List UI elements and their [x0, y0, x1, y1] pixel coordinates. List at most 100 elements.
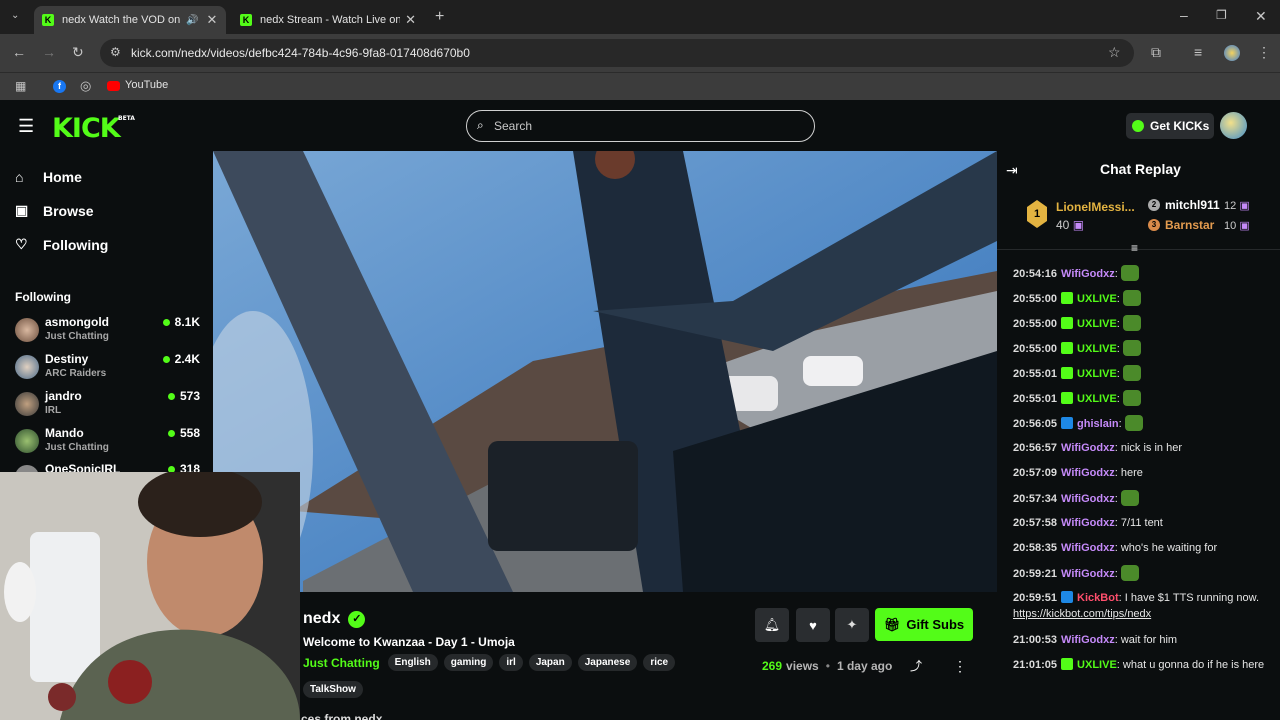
viewer-count-value: 8.1K [174, 315, 200, 329]
url-text[interactable]: kick.com/nedx/videos/defbc424-784b-4c96-… [131, 46, 470, 60]
chat-message: 20:59:21 WifiGodxz: [1013, 565, 1268, 582]
chat-username[interactable]: UXLIVE [1077, 318, 1117, 330]
channel-name[interactable]: nedx [303, 610, 340, 628]
chat-username[interactable]: KickBot [1077, 592, 1119, 604]
hamburger-menu-icon[interactable]: ☰ [18, 117, 34, 135]
tab-audio-icon[interactable]: 🔊 [186, 15, 198, 26]
apps-grid-icon[interactable]: ▦ [15, 80, 26, 92]
menu-icon[interactable]: ⋮ [1257, 45, 1271, 59]
gift-subs-button[interactable]: 🎁︎ Gift Subs [875, 608, 973, 641]
minimize-icon[interactable]: – [1180, 8, 1188, 22]
chat-username[interactable]: WifiGodxz [1061, 568, 1115, 580]
site-info-icon[interactable]: ⚙ [110, 46, 121, 58]
collapse-chat-icon[interactable]: ⇥ [1006, 163, 1018, 177]
forward-icon[interactable]: → [42, 45, 56, 59]
chat-text: who's he waiting for [1120, 542, 1218, 554]
tab-stream[interactable]: K nedx Stream - Watch Live on Ki ✕ [232, 6, 424, 34]
following-item-mando[interactable]: Mando Just Chatting 558 [15, 424, 200, 458]
chat-username[interactable]: UXLIVE [1077, 343, 1117, 355]
tag-chip[interactable]: English [387, 654, 438, 671]
emote-icon [1122, 365, 1141, 381]
chat-username[interactable]: WifiGodxz [1061, 634, 1115, 646]
chat-username[interactable]: UXLIVE [1077, 368, 1117, 380]
tab-stream-close-icon[interactable]: ✕ [405, 12, 416, 28]
chat-timestamp: 20:55:00 [1013, 293, 1058, 305]
follow-button[interactable]: ♥ [796, 608, 830, 642]
restore-icon[interactable]: ❐ [1216, 9, 1227, 21]
nav-following[interactable]: ♡ Following [15, 236, 108, 253]
chat-separator: : [1114, 568, 1121, 580]
address-bar[interactable]: ⚙ kick.com/nedx/videos/defbc424-784b-4c9… [100, 39, 1134, 67]
chat-username[interactable]: UXLIVE [1077, 393, 1117, 405]
extensions-icon[interactable]: ⧉ [1151, 45, 1161, 59]
tab-vod[interactable]: K nedx Watch the VOD on Ki 🔊 ✕ [34, 6, 226, 34]
sub-badge-icon [1061, 317, 1074, 329]
window-close-icon[interactable]: ✕ [1255, 9, 1267, 23]
tag-chip[interactable]: Japan [528, 654, 572, 671]
sparkle-icon: ✦ [846, 617, 858, 632]
emote-icon [1122, 315, 1141, 331]
chat-message: 20:56:05 ghislain: [1013, 415, 1268, 432]
chat-username[interactable]: ghislain [1077, 418, 1119, 430]
chat-timestamp: 20:56:57 [1013, 442, 1058, 454]
back-icon[interactable]: ← [12, 45, 26, 59]
new-tab-icon[interactable]: + [435, 9, 444, 25]
leader-2-name[interactable]: mitchl911 [1165, 198, 1220, 212]
facebook-icon[interactable]: f [53, 80, 66, 93]
more-options-icon[interactable]: ⋮ [953, 659, 967, 673]
chat-username[interactable]: WifiGodxz [1061, 493, 1115, 505]
following-item-jandro[interactable]: jandro IRL 573 [15, 387, 200, 421]
notification-bell-button[interactable]: 🔔︎ [755, 608, 789, 642]
chat-timestamp: 20:59:51 [1013, 592, 1058, 604]
live-dot-icon [162, 318, 170, 326]
leader-1-name[interactable]: LionelMessi... [1056, 200, 1135, 214]
media-control-icon[interactable]: ≡ [1194, 45, 1202, 59]
chat-filter-icon[interactable]: ≡ [1131, 242, 1138, 254]
category-link[interactable]: Just Chatting [303, 656, 380, 670]
following-item-destiny[interactable]: Destiny ARC Raiders 2.4K [15, 350, 200, 384]
following-item-asmongold[interactable]: asmongold Just Chatting 8.1K [15, 313, 200, 347]
nav-home[interactable]: ⌂ Home [15, 169, 82, 185]
vod-age: 1 day ago [836, 659, 893, 673]
chat-username[interactable]: WifiGodxz [1061, 268, 1115, 280]
share-icon[interactable]: ⤴ [910, 660, 922, 672]
tab-search-chevron-icon[interactable]: ⌄ [11, 11, 19, 21]
tag-chip[interactable]: rice [643, 654, 676, 671]
video-player[interactable] [213, 151, 997, 592]
tag-chip[interactable]: Japanese [577, 654, 638, 671]
chat-message: 20:57:34 WifiGodxz: [1013, 490, 1268, 507]
kick-logo[interactable]: KICK BETA [52, 113, 135, 144]
nav-browse[interactable]: ▣ Browse [15, 202, 94, 219]
get-kicks-button[interactable]: Get KICKs [1126, 113, 1214, 139]
leader-3-name[interactable]: Barnstar [1165, 218, 1214, 232]
channel-name-row[interactable]: nedx ✓ [303, 610, 366, 628]
chat-username[interactable]: UXLIVE [1077, 659, 1117, 671]
channel-name: asmongold [45, 315, 110, 329]
browse-icon: ▣ [15, 202, 29, 218]
chat-timestamp: 20:54:16 [1013, 268, 1058, 280]
chat-username[interactable]: WifiGodxz [1061, 542, 1115, 554]
chat-username[interactable]: WifiGodxz [1061, 442, 1115, 454]
profile-avatar[interactable] [1224, 45, 1240, 61]
chat-username[interactable]: WifiGodxz [1061, 467, 1115, 479]
bookmark-youtube[interactable]: YouTube [125, 79, 168, 91]
bookmark-star-icon[interactable]: ☆ [1108, 45, 1121, 59]
user-avatar[interactable] [1220, 112, 1247, 139]
search-input[interactable]: ⌕ Search [466, 110, 815, 142]
channel-category: ARC Raiders [45, 368, 107, 379]
tab-vod-close-icon[interactable]: ✕ [206, 12, 217, 28]
tag-chip[interactable]: irl [499, 654, 523, 671]
chat-username[interactable]: WifiGodxz [1061, 517, 1115, 529]
channel-name: Mando [45, 426, 84, 440]
live-dot-icon [162, 355, 170, 363]
reload-icon[interactable]: ↻ [72, 45, 84, 59]
globe-icon[interactable]: ◎ [80, 79, 91, 92]
search-icon: ⌕ [477, 118, 484, 132]
tag-chip[interactable]: TalkShow [303, 681, 363, 698]
emote-icon [1122, 340, 1141, 356]
chat-timestamp: 20:57:34 [1013, 493, 1058, 505]
chat-username[interactable]: UXLIVE [1077, 293, 1117, 305]
tag-chip[interactable]: gaming [443, 654, 494, 671]
kicks-button[interactable]: ✦ [835, 608, 869, 642]
chat-link[interactable]: https://kickbot.com/tips/nedx [1013, 608, 1151, 620]
